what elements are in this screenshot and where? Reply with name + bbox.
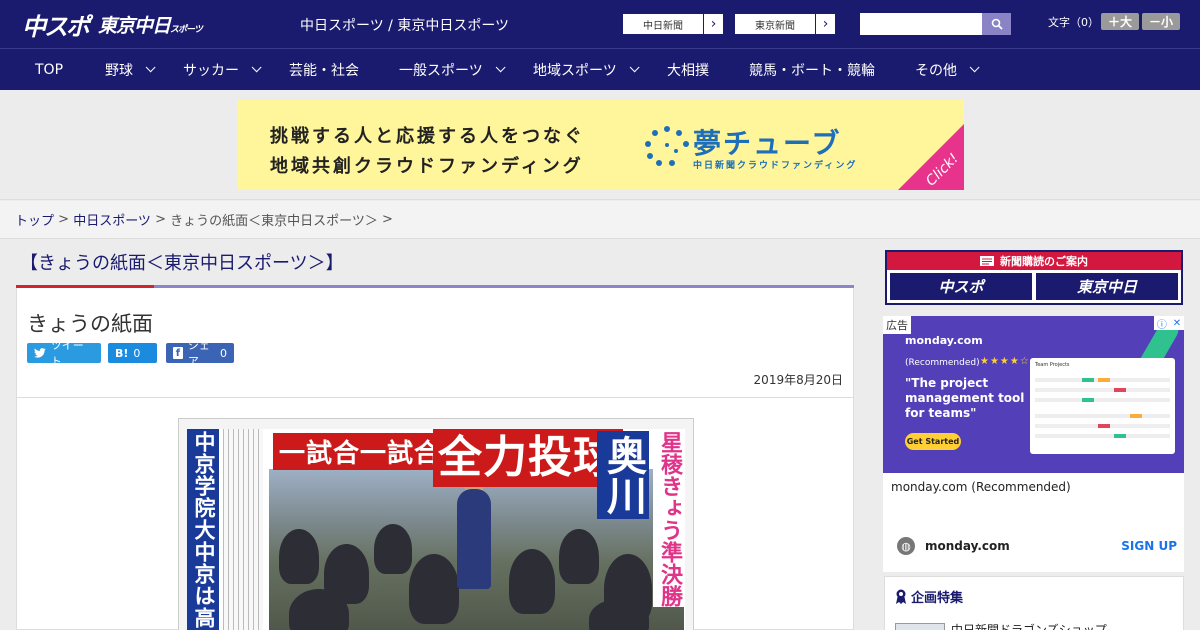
hatena-icon: B! [115,346,129,360]
site-header: 中スポ 東京中日スポーツ 中日スポーツ / 東京中日スポーツ 中日新聞 › 東京… [0,0,1200,48]
search-input[interactable] [860,13,982,35]
chuspo-subscribe-logo[interactable]: 中スポ [890,273,1032,300]
ad-get-started-button[interactable]: Get Started [905,433,961,450]
site-title: 中日スポーツ / 東京中日スポーツ [300,18,510,34]
chevron-down-icon [145,62,156,73]
chevron-down-icon [495,62,506,73]
twitter-icon [34,348,46,358]
article: きょうの紙面 ツイート B! 0 f シェア 0 2019年8月20日 中京学院… [16,288,854,630]
search-bar [860,13,1011,35]
ad-caption: monday.com (Recommended) [891,480,1071,494]
facebook-icon: f [173,347,183,359]
main-nav: TOP 野球 サッカー 芸能・社会 一般スポーツ 地域スポーツ 大相撲 競馬・ボ… [0,48,1200,90]
nav-item-soccer[interactable]: サッカー [183,49,262,90]
tokyo-shimbun-link[interactable]: 東京新聞 › [734,13,836,35]
close-icon: ✕ [1172,317,1182,329]
font-size-decrease-button[interactable]: －小 [1142,13,1180,30]
breadcrumb-separator: > [150,212,171,227]
ad-choices[interactable]: ⓘ ✕ [1154,316,1184,331]
advertisement: 広告 ⓘ ✕ monday.com (Recommended) ★★★★☆ "T… [883,316,1184,572]
article-date: 2019年8月20日 [753,373,843,387]
nav-item-racing[interactable]: 競馬・ボート・競輪 [749,49,875,90]
globe-icon: ◍ [897,537,915,555]
facebook-count: 0 [220,346,227,360]
tweet-button[interactable]: ツイート [27,339,101,368]
feature-title: 企画特集 [895,587,963,606]
feature-section: 企画特集 中日新聞ドラゴンズショップ [884,576,1184,630]
paper-headline-big: 全力投球 [433,429,623,487]
nav-item-top[interactable]: TOP [35,49,63,90]
subscription-header: 新聞購読のご案内 [887,252,1181,270]
paper-side-headline: 中京学院大中京は高架下「必勝 [187,429,219,630]
search-icon [991,18,1003,30]
site-logo[interactable]: 中スポ 東京中日スポーツ [22,6,203,42]
ad-label: 広告 [883,316,911,334]
ad-headline: "The project management tool for teams" [905,376,1025,420]
ad-recommended: (Recommended) [905,358,980,368]
info-icon: ⓘ [1156,319,1167,331]
ad-sign-up-button[interactable]: SIGN UP [1121,539,1177,553]
chevron-down-icon [629,62,640,73]
breadcrumb: トップ > 中日スポーツ > きょうの紙面＜東京中日スポーツ＞ > [0,201,1200,239]
nav-item-general-sports[interactable]: 一般スポーツ [399,49,506,90]
facebook-share-button[interactable]: f シェア 0 [166,339,234,368]
dots-logo-icon [645,126,689,166]
paper-pink-headline: 星稜きょう準決勝 [653,431,685,607]
chunichi-shimbun-link[interactable]: 中日新聞 › [622,13,724,35]
banner-brand: 夢チューブ [693,127,842,160]
ad-product-screenshot: Team Projects [1030,358,1175,454]
paper-name-headline: 奥川 [597,431,649,519]
feature-thumbnail[interactable] [895,623,945,630]
newspaper-front-page-image[interactable]: 中京学院大中京は高架下「必勝 一試合一試合 全力投球 奥川 星稜きょう準決勝 [178,418,694,630]
newspaper-icon [980,256,994,266]
breadcrumb-home[interactable]: トップ [15,210,54,229]
feature-item-dragons-shop[interactable]: 中日新聞ドラゴンズショップ [951,621,1107,630]
ribbon-icon [896,589,906,604]
yume-tube-banner[interactable]: 挑戦する人と応援する人をつなぐ 地域共創クラウドファンディング 夢チューブ 中日… [237,100,964,190]
breadcrumb-separator: > [54,212,74,227]
breadcrumb-section[interactable]: 中日スポーツ [73,210,151,229]
hatena-count: 0 [133,346,141,360]
paper-text-column [223,429,263,630]
chevron-down-icon [969,62,980,73]
tokyo-chunichi-subscribe-logo[interactable]: 東京中日 [1036,273,1178,300]
ad-brand: monday.com [905,334,983,347]
chevron-right-icon: › [815,14,835,34]
nav-item-baseball[interactable]: 野球 [105,49,156,90]
ad-domain: monday.com [925,539,1010,553]
article-title: きょうの紙面 [27,312,153,336]
font-size-increase-button[interactable]: ＋大 [1101,13,1139,30]
breadcrumb-current: きょうの紙面＜東京中日スポーツ＞ [170,214,378,229]
logo-chuspo: 中スポ [22,12,90,41]
nav-item-other[interactable]: その他 [915,49,980,90]
subscription-box[interactable]: 新聞購読のご案内 中スポ 東京中日 [885,250,1183,305]
logo-tokyo-chunichi: 東京中日スポーツ [98,14,203,37]
paper-headline-small: 一試合一試合 [273,433,448,470]
page-heading: 【きょうの紙面＜東京中日スポーツ＞】 [20,253,344,274]
banner-line-2: 地域共創クラウドファンディング [270,156,584,177]
ad-footer: ◍ monday.com SIGN UP [897,536,1177,556]
star-rating-icon: ★★★★☆ [980,356,1030,367]
font-size-label: 文字（0） [1048,16,1099,29]
nav-item-entertainment[interactable]: 芸能・社会 [289,49,359,90]
banner-area: 挑戦する人と応援する人をつなぐ 地域共創クラウドファンディング 夢チューブ 中日… [0,90,1200,200]
banner-brand-sub: 中日新聞クラウドファンディング [693,161,858,171]
hatena-bookmark-button[interactable]: B! 0 [108,343,157,363]
ad-image[interactable]: 広告 ⓘ ✕ monday.com (Recommended) ★★★★☆ "T… [883,316,1184,473]
banner-line-1: 挑戦する人と応援する人をつなぐ [270,126,585,147]
search-button[interactable] [982,13,1011,35]
breadcrumb-tail: > [377,212,393,227]
nav-item-local-sports[interactable]: 地域スポーツ [533,49,640,90]
chevron-right-icon: › [703,14,723,34]
chevron-down-icon [251,62,262,73]
nav-item-sumo[interactable]: 大相撲 [667,49,709,90]
